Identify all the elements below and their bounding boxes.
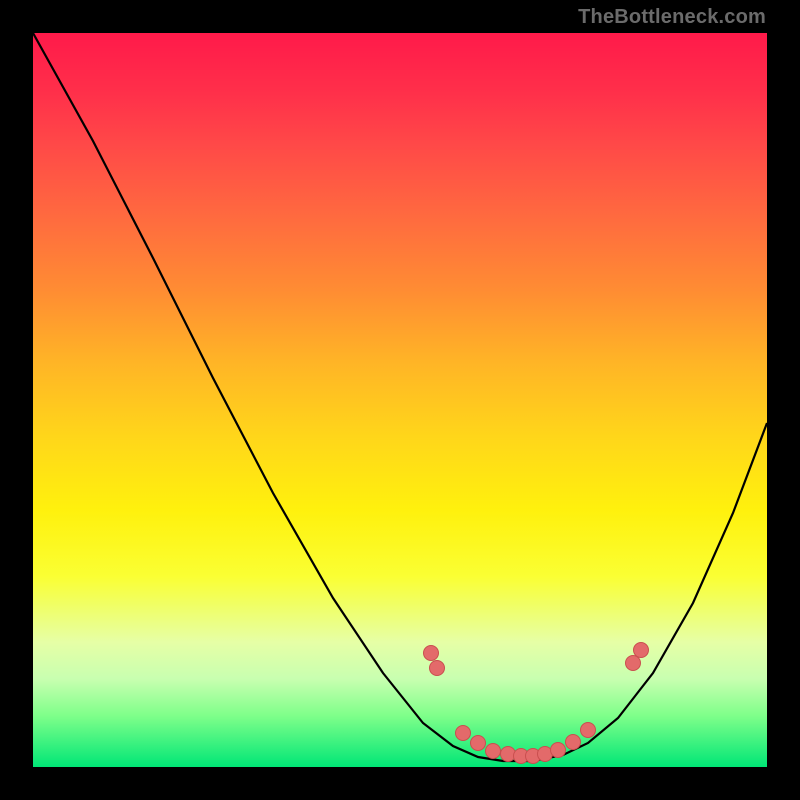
bottleneck-curve [33,33,767,761]
data-marker [566,735,581,750]
data-marker [424,646,439,661]
data-marker [581,723,596,738]
data-marker [486,744,501,759]
data-marker [471,736,486,751]
curve-markers [424,643,649,764]
data-marker [626,656,641,671]
watermark-text: TheBottleneck.com [578,6,766,29]
chart-frame: TheBottleneck.com [0,0,800,800]
data-marker [634,643,649,658]
data-marker [551,743,566,758]
data-marker [456,726,471,741]
data-marker [501,747,516,762]
chart-svg [33,33,767,767]
data-marker [430,661,445,676]
